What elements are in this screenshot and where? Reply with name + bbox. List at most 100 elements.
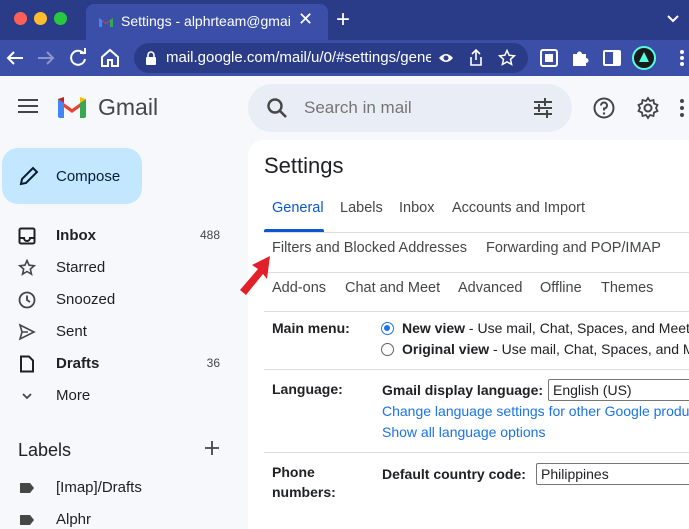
sidebar-item-drafts[interactable]: Drafts 36 xyxy=(0,348,236,380)
window-close-button[interactable] xyxy=(14,12,27,25)
label-icon xyxy=(20,515,34,525)
tab-inbox[interactable]: Inbox xyxy=(399,200,434,216)
labels-heading: Labels xyxy=(18,440,72,460)
new-tab-icon[interactable]: + xyxy=(336,6,350,34)
eye-icon[interactable] xyxy=(438,51,454,65)
sidebar-item-label: Sent xyxy=(56,323,87,340)
search-icon[interactable] xyxy=(266,97,288,119)
extension-tab-icon[interactable] xyxy=(537,46,561,70)
share-icon[interactable] xyxy=(468,49,484,67)
phone-numbers-label-line1: Phone xyxy=(272,464,315,480)
main-menu-icon[interactable] xyxy=(18,98,38,114)
star-icon xyxy=(18,259,36,276)
new-view-title: New view xyxy=(402,320,466,336)
search-bar[interactable] xyxy=(248,84,572,132)
main-menu-label: Main menu: xyxy=(272,320,350,336)
tab-divider xyxy=(264,272,689,273)
sidebar-label-imap-drafts[interactable]: [Imap]/Drafts xyxy=(0,472,236,504)
browser-toolbar: mail.google.com/mail/u/0/#settings/gener… xyxy=(0,40,689,76)
settings-panel: Settings General Labels Inbox Accounts a… xyxy=(248,140,689,529)
page-title: Settings xyxy=(264,153,344,178)
search-input[interactable] xyxy=(304,98,514,118)
bookmark-star-icon[interactable] xyxy=(498,49,516,67)
tab-offline[interactable]: Offline xyxy=(540,280,582,296)
tab-general[interactable]: General xyxy=(272,200,324,216)
compose-label: Compose xyxy=(56,168,121,185)
draft-icon xyxy=(20,355,34,373)
home-icon[interactable] xyxy=(98,46,122,70)
new-view-description: - Use mail, Chat, Spaces, and Meet xyxy=(465,320,689,336)
gmail-logo-icon[interactable] xyxy=(56,95,88,119)
back-icon[interactable] xyxy=(3,46,27,70)
new-view-radio[interactable] xyxy=(381,322,394,335)
tab-divider xyxy=(264,232,689,233)
sidebar-item-starred[interactable]: Starred xyxy=(0,252,236,284)
original-view-radio[interactable] xyxy=(381,343,394,356)
reload-icon[interactable] xyxy=(66,46,90,70)
chevron-down-icon[interactable] xyxy=(666,12,680,26)
inbox-icon xyxy=(18,227,36,245)
sidebar-item-label: Inbox xyxy=(56,227,96,244)
more-vert-icon[interactable] xyxy=(670,46,689,70)
browser-tab-bar: Settings - alphrteam@gmail.com ✕ + xyxy=(0,0,689,40)
tab-divider xyxy=(264,311,689,312)
gmail-favicon-icon xyxy=(99,18,113,27)
sidebar-item-snoozed[interactable]: Snoozed xyxy=(0,284,236,316)
sidebar-item-label: Drafts xyxy=(56,355,100,372)
sidebar-item-label: More xyxy=(56,387,91,404)
add-label-icon[interactable] xyxy=(204,440,220,456)
row-divider xyxy=(264,369,689,370)
sidepanel-icon[interactable] xyxy=(600,46,624,70)
tab-chat-and-meet[interactable]: Chat and Meet xyxy=(345,280,440,296)
sidebar-item-label: Starred xyxy=(56,259,106,276)
tab-advanced[interactable]: Advanced xyxy=(458,280,523,296)
phone-numbers-label-line2: numbers: xyxy=(272,484,336,500)
window-minimize-button[interactable] xyxy=(34,12,47,25)
close-icon[interactable]: ✕ xyxy=(298,9,313,30)
gmail-logo-text[interactable]: Gmail xyxy=(98,94,158,121)
display-language-label: Gmail display language: xyxy=(382,382,544,398)
apps-more-icon[interactable] xyxy=(678,98,686,118)
annotation-arrow-icon xyxy=(240,256,270,295)
original-view-option[interactable]: Original view - Use mail, Chat, Spaces, … xyxy=(402,341,689,357)
label-icon xyxy=(20,483,34,493)
pencil-icon xyxy=(19,166,39,186)
search-options-icon[interactable] xyxy=(532,97,554,119)
new-view-option[interactable]: New view - Use mail, Chat, Spaces, and M… xyxy=(402,320,689,336)
sidebar-label-alphr[interactable]: Alphr xyxy=(0,504,236,529)
send-icon xyxy=(18,323,36,341)
display-language-select[interactable]: English (US) xyxy=(548,379,689,401)
help-icon[interactable] xyxy=(592,96,616,120)
original-view-description: - Use mail, Chat, Spaces, and Meet xyxy=(493,341,689,357)
sidebar-item-label: Snoozed xyxy=(56,291,116,308)
sidebar-item-sent[interactable]: Sent xyxy=(0,316,236,348)
gear-icon[interactable] xyxy=(636,96,660,120)
country-code-select[interactable]: Philippines xyxy=(536,463,689,485)
browser-tab[interactable]: Settings - alphrteam@gmail.com ✕ xyxy=(86,4,328,40)
original-view-title: Original view xyxy=(402,341,490,357)
compose-button[interactable]: Compose xyxy=(2,148,142,204)
avatar-icon xyxy=(639,52,649,62)
tab-accounts-and-import[interactable]: Accounts and Import xyxy=(452,200,585,216)
address-bar[interactable]: mail.google.com/mail/u/0/#settings/gener… xyxy=(134,43,528,73)
sidebar-item-more[interactable]: More xyxy=(0,380,236,412)
change-language-link[interactable]: Change language settings for other Googl… xyxy=(382,403,689,419)
profile-avatar[interactable] xyxy=(632,46,656,70)
lock-icon[interactable] xyxy=(145,51,157,65)
drafts-count: 36 xyxy=(206,356,220,370)
puzzle-extensions-icon[interactable] xyxy=(568,46,592,70)
window-zoom-button[interactable] xyxy=(54,12,67,25)
tab-add-ons[interactable]: Add-ons xyxy=(272,280,326,296)
tab-filters-and-blocked-addresses[interactable]: Filters and Blocked Addresses xyxy=(272,240,467,256)
country-code-label: Default country code: xyxy=(382,466,526,482)
tab-labels[interactable]: Labels xyxy=(340,200,383,216)
tab-forwarding-and-pop-imap[interactable]: Forwarding and POP/IMAP xyxy=(486,240,661,256)
sidebar-item-inbox[interactable]: Inbox 488 xyxy=(0,220,236,252)
inbox-count: 488 xyxy=(199,228,220,242)
tab-themes[interactable]: Themes xyxy=(601,280,653,296)
sidebar-item-label: [Imap]/Drafts xyxy=(56,479,142,496)
row-divider xyxy=(264,452,689,453)
chevron-down-icon xyxy=(22,393,32,400)
forward-icon[interactable] xyxy=(34,46,58,70)
show-all-languages-link[interactable]: Show all language options xyxy=(382,424,545,440)
